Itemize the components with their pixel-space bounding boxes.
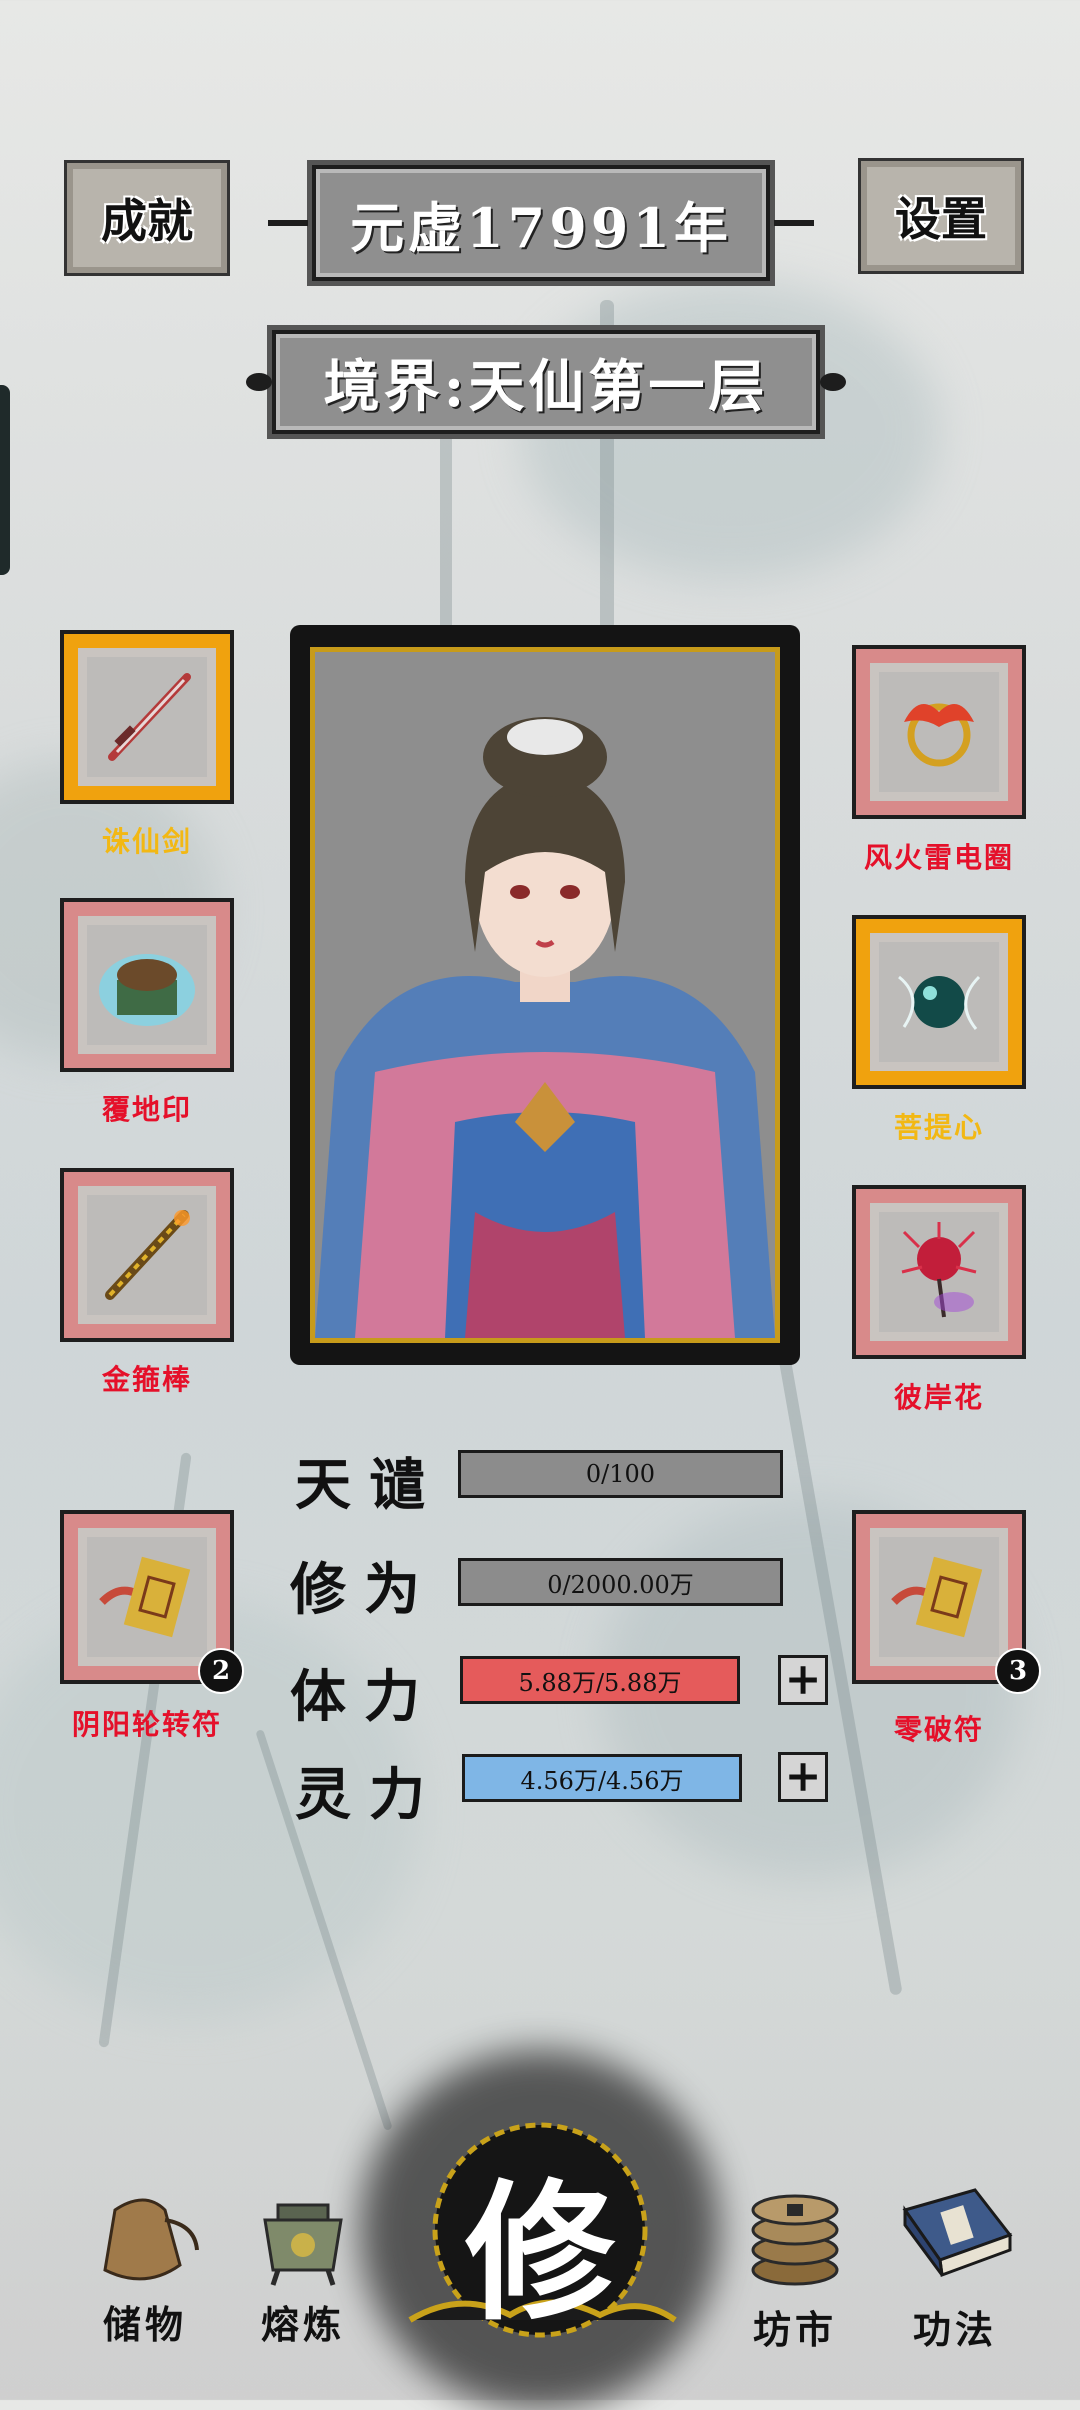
nav-market[interactable]: 坊市 bbox=[720, 2175, 870, 2354]
equip-label-left-1: 诛仙剑 bbox=[101, 825, 192, 858]
stat-value: 5.88万/5.88万 bbox=[518, 1668, 682, 1697]
equip-label-right-2: 菩提心 bbox=[893, 1111, 984, 1144]
stat-value: 4.56万/4.56万 bbox=[520, 1766, 684, 1795]
equip-label-right-3: 彼岸花 bbox=[893, 1381, 984, 1414]
year-banner: 元虚17991年 bbox=[268, 165, 814, 281]
nav-storage[interactable]: 储物 bbox=[70, 2180, 220, 2349]
equip-slot-golden-staff[interactable] bbox=[60, 1168, 234, 1342]
seal-icon bbox=[87, 925, 207, 1045]
talisman-count-badge-right: 3 bbox=[995, 1648, 1041, 1694]
stat-bar-spirit: 4.56万/4.56万 bbox=[462, 1754, 742, 1802]
equip-label-left-2: 覆地印 bbox=[101, 1093, 192, 1126]
talisman-label-left: 阴阳轮转符 bbox=[71, 1708, 222, 1741]
equip-label-left-3: 金箍棒 bbox=[101, 1363, 192, 1396]
spirit-plus-button[interactable]: + bbox=[778, 1752, 828, 1802]
equip-slot-fire-thunder-ring[interactable] bbox=[852, 645, 1026, 819]
stat-bar-stamina: 5.88万/5.88万 bbox=[460, 1656, 740, 1704]
settings-button[interactable]: 设置 bbox=[858, 158, 1024, 274]
stat-bar-heavenly-punishment: 0/100 bbox=[458, 1450, 783, 1498]
equip-slot-zhuxian-sword[interactable] bbox=[60, 630, 234, 804]
talisman-count-badge-left: 2 bbox=[198, 1648, 244, 1694]
equip-slot-higan-flower[interactable] bbox=[852, 1185, 1026, 1359]
orb-icon bbox=[879, 942, 999, 1062]
talisman-label-right: 零破符 bbox=[893, 1713, 984, 1746]
stat-value: 0/100 bbox=[585, 1460, 656, 1488]
nav-skills[interactable]: 功法 bbox=[880, 2180, 1030, 2354]
talisman-scroll-icon bbox=[879, 1537, 999, 1657]
character-portrait bbox=[310, 647, 780, 1343]
talisman-scroll-icon bbox=[87, 1537, 207, 1657]
stat-label-stamina: 体力 bbox=[290, 1664, 438, 1730]
sword-icon bbox=[87, 657, 207, 777]
equip-label-right-1: 风火雷电圈 bbox=[863, 841, 1014, 874]
year-label: 元虚17991年 bbox=[350, 195, 732, 260]
stamina-plus-button[interactable]: + bbox=[778, 1655, 828, 1705]
book-icon bbox=[880, 2180, 1030, 2299]
stat-bar-cultivation: 0/2000.00万 bbox=[458, 1558, 783, 1606]
stat-value: 0/2000.00万 bbox=[547, 1570, 694, 1599]
stat-label-heavenly-punishment: 天谴 bbox=[295, 1452, 443, 1518]
cultivate-label: 修 bbox=[464, 2164, 615, 2341]
achievements-label: 成就 bbox=[101, 194, 193, 248]
equip-slot-bodhi-heart[interactable] bbox=[852, 915, 1026, 1089]
cultivate-button[interactable]: 修 bbox=[400, 2120, 680, 2360]
achievements-button[interactable]: 成就 bbox=[64, 160, 230, 276]
ring-icon bbox=[879, 672, 999, 792]
nav-skills-label: 功法 bbox=[912, 2307, 997, 2352]
flower-icon bbox=[879, 1212, 999, 1332]
nav-storage-label: 储物 bbox=[102, 2302, 187, 2347]
realm-banner: 境界:天仙第一层 bbox=[246, 330, 846, 434]
staff-icon bbox=[87, 1195, 207, 1315]
stat-label-cultivation: 修为 bbox=[290, 1557, 438, 1623]
nav-refine[interactable]: 熔炼 bbox=[228, 2190, 378, 2349]
equip-slot-fudi-seal[interactable] bbox=[60, 898, 234, 1072]
nav-market-label: 坊市 bbox=[752, 2307, 837, 2352]
nav-refine-label: 熔炼 bbox=[260, 2302, 345, 2347]
coins-icon bbox=[720, 2175, 870, 2299]
settings-label: 设置 bbox=[895, 192, 987, 246]
cauldron-icon bbox=[228, 2190, 378, 2294]
stat-label-spirit: 灵力 bbox=[295, 1762, 443, 1828]
character-portrait-frame[interactable] bbox=[290, 625, 800, 1365]
pouch-icon bbox=[70, 2180, 220, 2294]
realm-label: 境界:天仙第一层 bbox=[323, 353, 769, 420]
